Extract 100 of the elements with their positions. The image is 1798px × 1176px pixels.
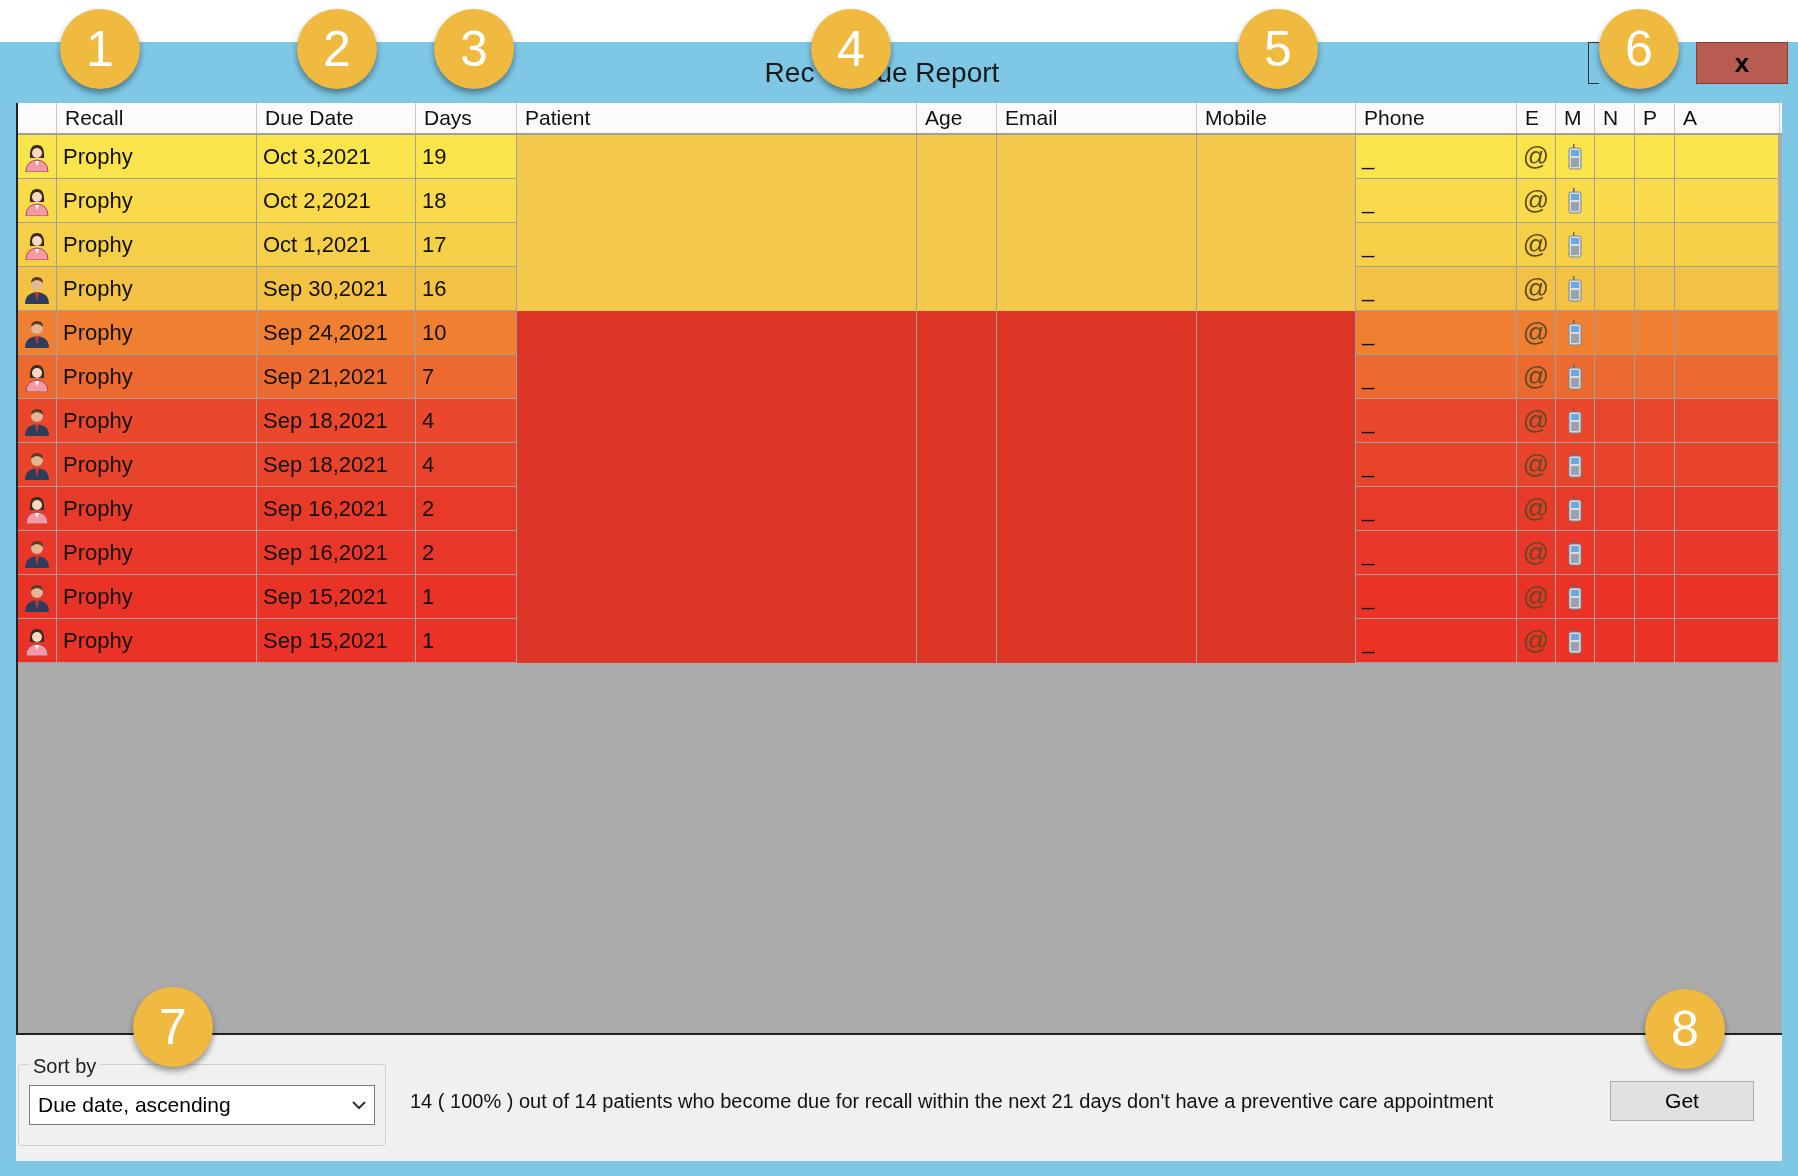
table-cell-text: 19	[422, 143, 447, 171]
table-row[interactable]: _ @	[1356, 531, 1778, 575]
table-cell-text: Sep 24,2021	[263, 319, 388, 347]
mobile-phone-icon	[1568, 363, 1582, 390]
table-cell-text: _	[1362, 320, 1375, 348]
table-cell-text: Prophy	[63, 231, 133, 259]
table-cell-text: Oct 1,2021	[263, 231, 371, 259]
column-header[interactable]: Email	[997, 103, 1197, 133]
column-header[interactable]: Recall	[57, 103, 257, 133]
table-cell-text: 7	[422, 363, 435, 391]
table-cell-text: Sep 15,2021	[263, 583, 388, 611]
email-icon: @	[1522, 577, 1550, 616]
table-cell-text: 2	[422, 495, 435, 523]
table-row[interactable]: _ @	[1356, 487, 1778, 531]
mobile-phone-icon	[1568, 583, 1582, 610]
table-cell-text: Sep 18,2021	[263, 451, 388, 479]
table-row[interactable]: Prophy Oct 1,2021 17	[18, 223, 517, 267]
table-cell-text: Sep 16,2021	[263, 539, 388, 567]
column-header[interactable]: M	[1556, 103, 1595, 133]
table-cell-text: 16	[422, 275, 447, 303]
table-cell-text: 1	[422, 583, 435, 611]
mobile-phone-icon	[1568, 451, 1582, 478]
column-header[interactable]: Due Date	[257, 103, 416, 133]
table-cell-text: _	[1362, 188, 1375, 216]
table-cell-text: _	[1362, 452, 1375, 480]
table-cell-text: Sep 16,2021	[263, 495, 388, 523]
table-row[interactable]: _ @	[1356, 575, 1778, 619]
column-header[interactable]: A	[1675, 103, 1780, 133]
column-header[interactable]: E	[1517, 103, 1556, 133]
mobile-phone-icon	[1568, 275, 1582, 302]
email-icon: @	[1522, 269, 1550, 308]
table-row[interactable]: _ @	[1356, 311, 1778, 355]
table-cell-text: 18	[422, 187, 447, 215]
table-row[interactable]: Prophy Sep 16,2021 2	[18, 531, 517, 575]
table-cell-text: Sep 30,2021	[263, 275, 388, 303]
table-row[interactable]: Prophy Sep 24,2021 10	[18, 311, 517, 355]
mobile-phone-icon	[1568, 407, 1582, 434]
table-row[interactable]: Prophy Sep 21,2021 7	[18, 355, 517, 399]
table-cell-text: Prophy	[63, 363, 133, 391]
table-row[interactable]: _ @	[1356, 619, 1778, 663]
table-row[interactable]: _ @	[1356, 223, 1778, 267]
table-cell-text: _	[1362, 276, 1375, 304]
table-row[interactable]: _ @	[1356, 135, 1778, 179]
numbered-callout: 3	[434, 9, 514, 89]
mobile-phone-icon	[1568, 319, 1582, 346]
table-cell-text: 1	[422, 627, 435, 655]
table-cell-text: Prophy	[63, 539, 133, 567]
table-cell-text: _	[1362, 496, 1375, 524]
mobile-phone-icon	[1568, 539, 1582, 566]
table-cell-text: Prophy	[63, 275, 133, 303]
table-cell-text: 17	[422, 231, 447, 259]
table-row[interactable]: _ @	[1356, 267, 1778, 311]
numbered-callout: 1	[60, 9, 140, 89]
table-cell-text: Sep 15,2021	[263, 627, 388, 655]
column-header[interactable]: Age	[917, 103, 997, 133]
column-header[interactable]: N	[1595, 103, 1635, 133]
table-row[interactable]: _ @	[1356, 443, 1778, 487]
email-icon: @	[1522, 533, 1550, 572]
table-row[interactable]: Prophy Sep 30,2021 16	[18, 267, 517, 311]
column-header[interactable]: P	[1635, 103, 1675, 133]
table-cell-text: _	[1362, 364, 1375, 392]
table-cell-text: 10	[422, 319, 447, 347]
table-row[interactable]: Prophy Sep 16,2021 2	[18, 487, 517, 531]
email-icon: @	[1522, 621, 1550, 660]
table-row[interactable]: Prophy Oct 3,2021 19	[18, 135, 517, 179]
table-cell-text: _	[1362, 144, 1375, 172]
table-cell-text: Prophy	[63, 583, 133, 611]
table-cell-text: Sep 21,2021	[263, 363, 388, 391]
email-icon: @	[1522, 489, 1550, 528]
mobile-phone-icon	[1568, 187, 1582, 214]
table-row[interactable]: _ @	[1356, 179, 1778, 223]
column-header[interactable]: Phone	[1356, 103, 1517, 133]
table-row[interactable]: _ @	[1356, 399, 1778, 443]
column-header[interactable]: Patient	[517, 103, 917, 133]
column-header[interactable]: Days	[416, 103, 517, 133]
table-row[interactable]: Prophy Sep 18,2021 4	[18, 399, 517, 443]
table-cell-text: Oct 3,2021	[263, 143, 371, 171]
mobile-phone-icon	[1568, 143, 1582, 170]
table-cell-text: Prophy	[63, 143, 133, 171]
table-cell-text: Prophy	[63, 319, 133, 347]
email-icon: @	[1522, 225, 1550, 264]
table-cell-text: _	[1362, 232, 1375, 260]
column-header[interactable]: Mobile	[1197, 103, 1356, 133]
table-cell-text: _	[1362, 628, 1375, 656]
get-button[interactable]: Get	[1610, 1081, 1754, 1121]
mobile-phone-icon	[1568, 231, 1582, 258]
table-row[interactable]: Prophy Sep 15,2021 1	[18, 575, 517, 619]
table-cell-text: _	[1362, 408, 1375, 436]
close-button[interactable]: x	[1696, 42, 1788, 84]
table-row[interactable]: _ @	[1356, 355, 1778, 399]
email-icon: @	[1522, 401, 1550, 440]
email-icon: @	[1522, 137, 1550, 176]
sort-dropdown[interactable]: Due date, ascending	[29, 1085, 375, 1125]
numbered-callout: 6	[1599, 9, 1679, 89]
minimize-button[interactable]	[1588, 42, 1599, 84]
table-cell-text: _	[1362, 584, 1375, 612]
table-row[interactable]: Prophy Sep 18,2021 4	[18, 443, 517, 487]
table-row[interactable]: Prophy Sep 15,2021 1	[18, 619, 517, 663]
table-cell-text: Oct 2,2021	[263, 187, 371, 215]
table-row[interactable]: Prophy Oct 2,2021 18	[18, 179, 517, 223]
